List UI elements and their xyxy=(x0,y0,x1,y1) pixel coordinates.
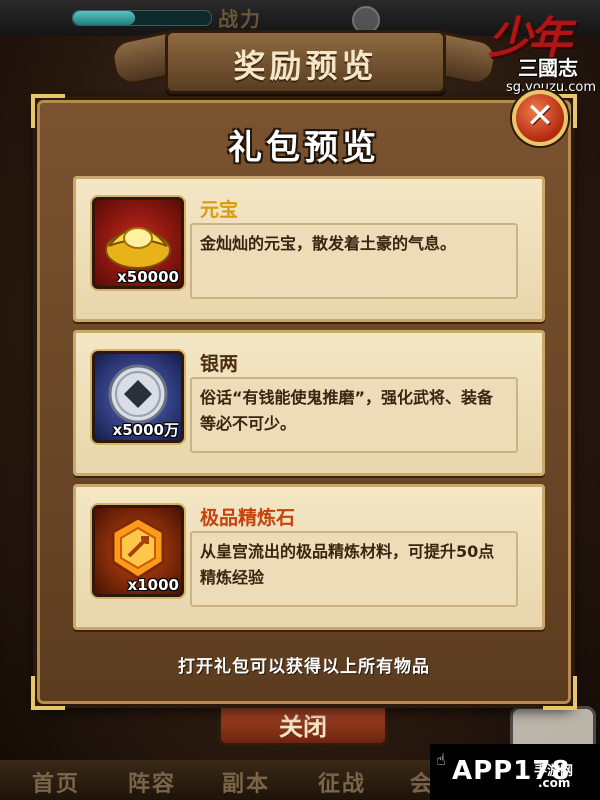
item-description: 俗话“有钱能使鬼推磨”，强化武将、装备等必不可少。 xyxy=(200,388,494,433)
watermark-domain: .com xyxy=(538,776,571,790)
watermark: ☝ APP178 手游网 .com xyxy=(430,744,600,800)
nav-item-home[interactable]: 首页 xyxy=(32,766,80,798)
power-label: 战力 xyxy=(218,7,262,31)
game-logo: 少年 三國志 sg.youzu.com xyxy=(480,0,600,100)
modal-title: 礼包预览 xyxy=(228,128,380,168)
item-description: 金灿灿的元宝，散发着土豪的气息。 xyxy=(200,234,457,253)
corner-ornament xyxy=(543,676,577,710)
gift-item-card: x5000万 银两 俗话“有钱能使鬼推磨”，强化武将、装备等必不可少。 xyxy=(73,330,545,476)
item-description-box: 俗话“有钱能使鬼推磨”，强化武将、装备等必不可少。 xyxy=(190,377,518,453)
power-progress-fill xyxy=(73,11,136,25)
item-name: 元宝 xyxy=(200,199,239,221)
gold-ingot-icon: x50000 xyxy=(92,197,184,289)
item-description-box: 从皇宫流出的极品精炼材料，可提升50点精炼经验 xyxy=(190,531,518,607)
nav-item-dungeon[interactable]: 副本 xyxy=(222,766,270,798)
item-quantity: x1000 xyxy=(127,576,179,594)
x-icon: ✕ xyxy=(525,96,555,136)
nav-item-campaign[interactable]: 征战 xyxy=(318,766,366,798)
reward-preview-title-plate: 奖励预览 xyxy=(165,30,446,94)
gift-preview-modal: 礼包预览 x50000 元宝 金灿灿的元宝，散发着土豪的气息。 x5000万 银… xyxy=(31,94,577,710)
modal-close-button[interactable]: ✕ xyxy=(512,90,568,146)
silver-coin-icon: x5000万 xyxy=(92,351,184,443)
gift-item-card: x1000 极品精炼石 从皇宫流出的极品精炼材料，可提升50点精炼经验 xyxy=(73,484,545,630)
gift-item-card: x50000 元宝 金灿灿的元宝，散发着土豪的气息。 xyxy=(73,176,545,322)
gift-footer-note: 打开礼包可以获得以上所有物品 xyxy=(178,657,430,677)
item-name: 极品精炼石 xyxy=(200,507,296,529)
item-quantity: x5000万 xyxy=(112,421,179,439)
item-description: 从皇宫流出的极品精炼材料，可提升50点精炼经验 xyxy=(200,542,495,587)
background-close-label: 关闭 xyxy=(279,713,327,741)
corner-ornament xyxy=(31,676,65,710)
item-name: 银两 xyxy=(200,353,239,375)
reward-preview-title: 奖励预览 xyxy=(233,47,378,85)
refine-stone-icon: x1000 xyxy=(92,505,184,597)
item-description-box: 金灿灿的元宝，散发着土豪的气息。 xyxy=(190,223,518,299)
logo-subtitle: 三國志 xyxy=(518,56,578,80)
nav-item-lineup[interactable]: 阵容 xyxy=(128,766,176,798)
item-quantity: x50000 xyxy=(117,268,179,286)
power-progress-bar xyxy=(72,10,212,26)
hand-icon: ☝ xyxy=(436,750,446,769)
